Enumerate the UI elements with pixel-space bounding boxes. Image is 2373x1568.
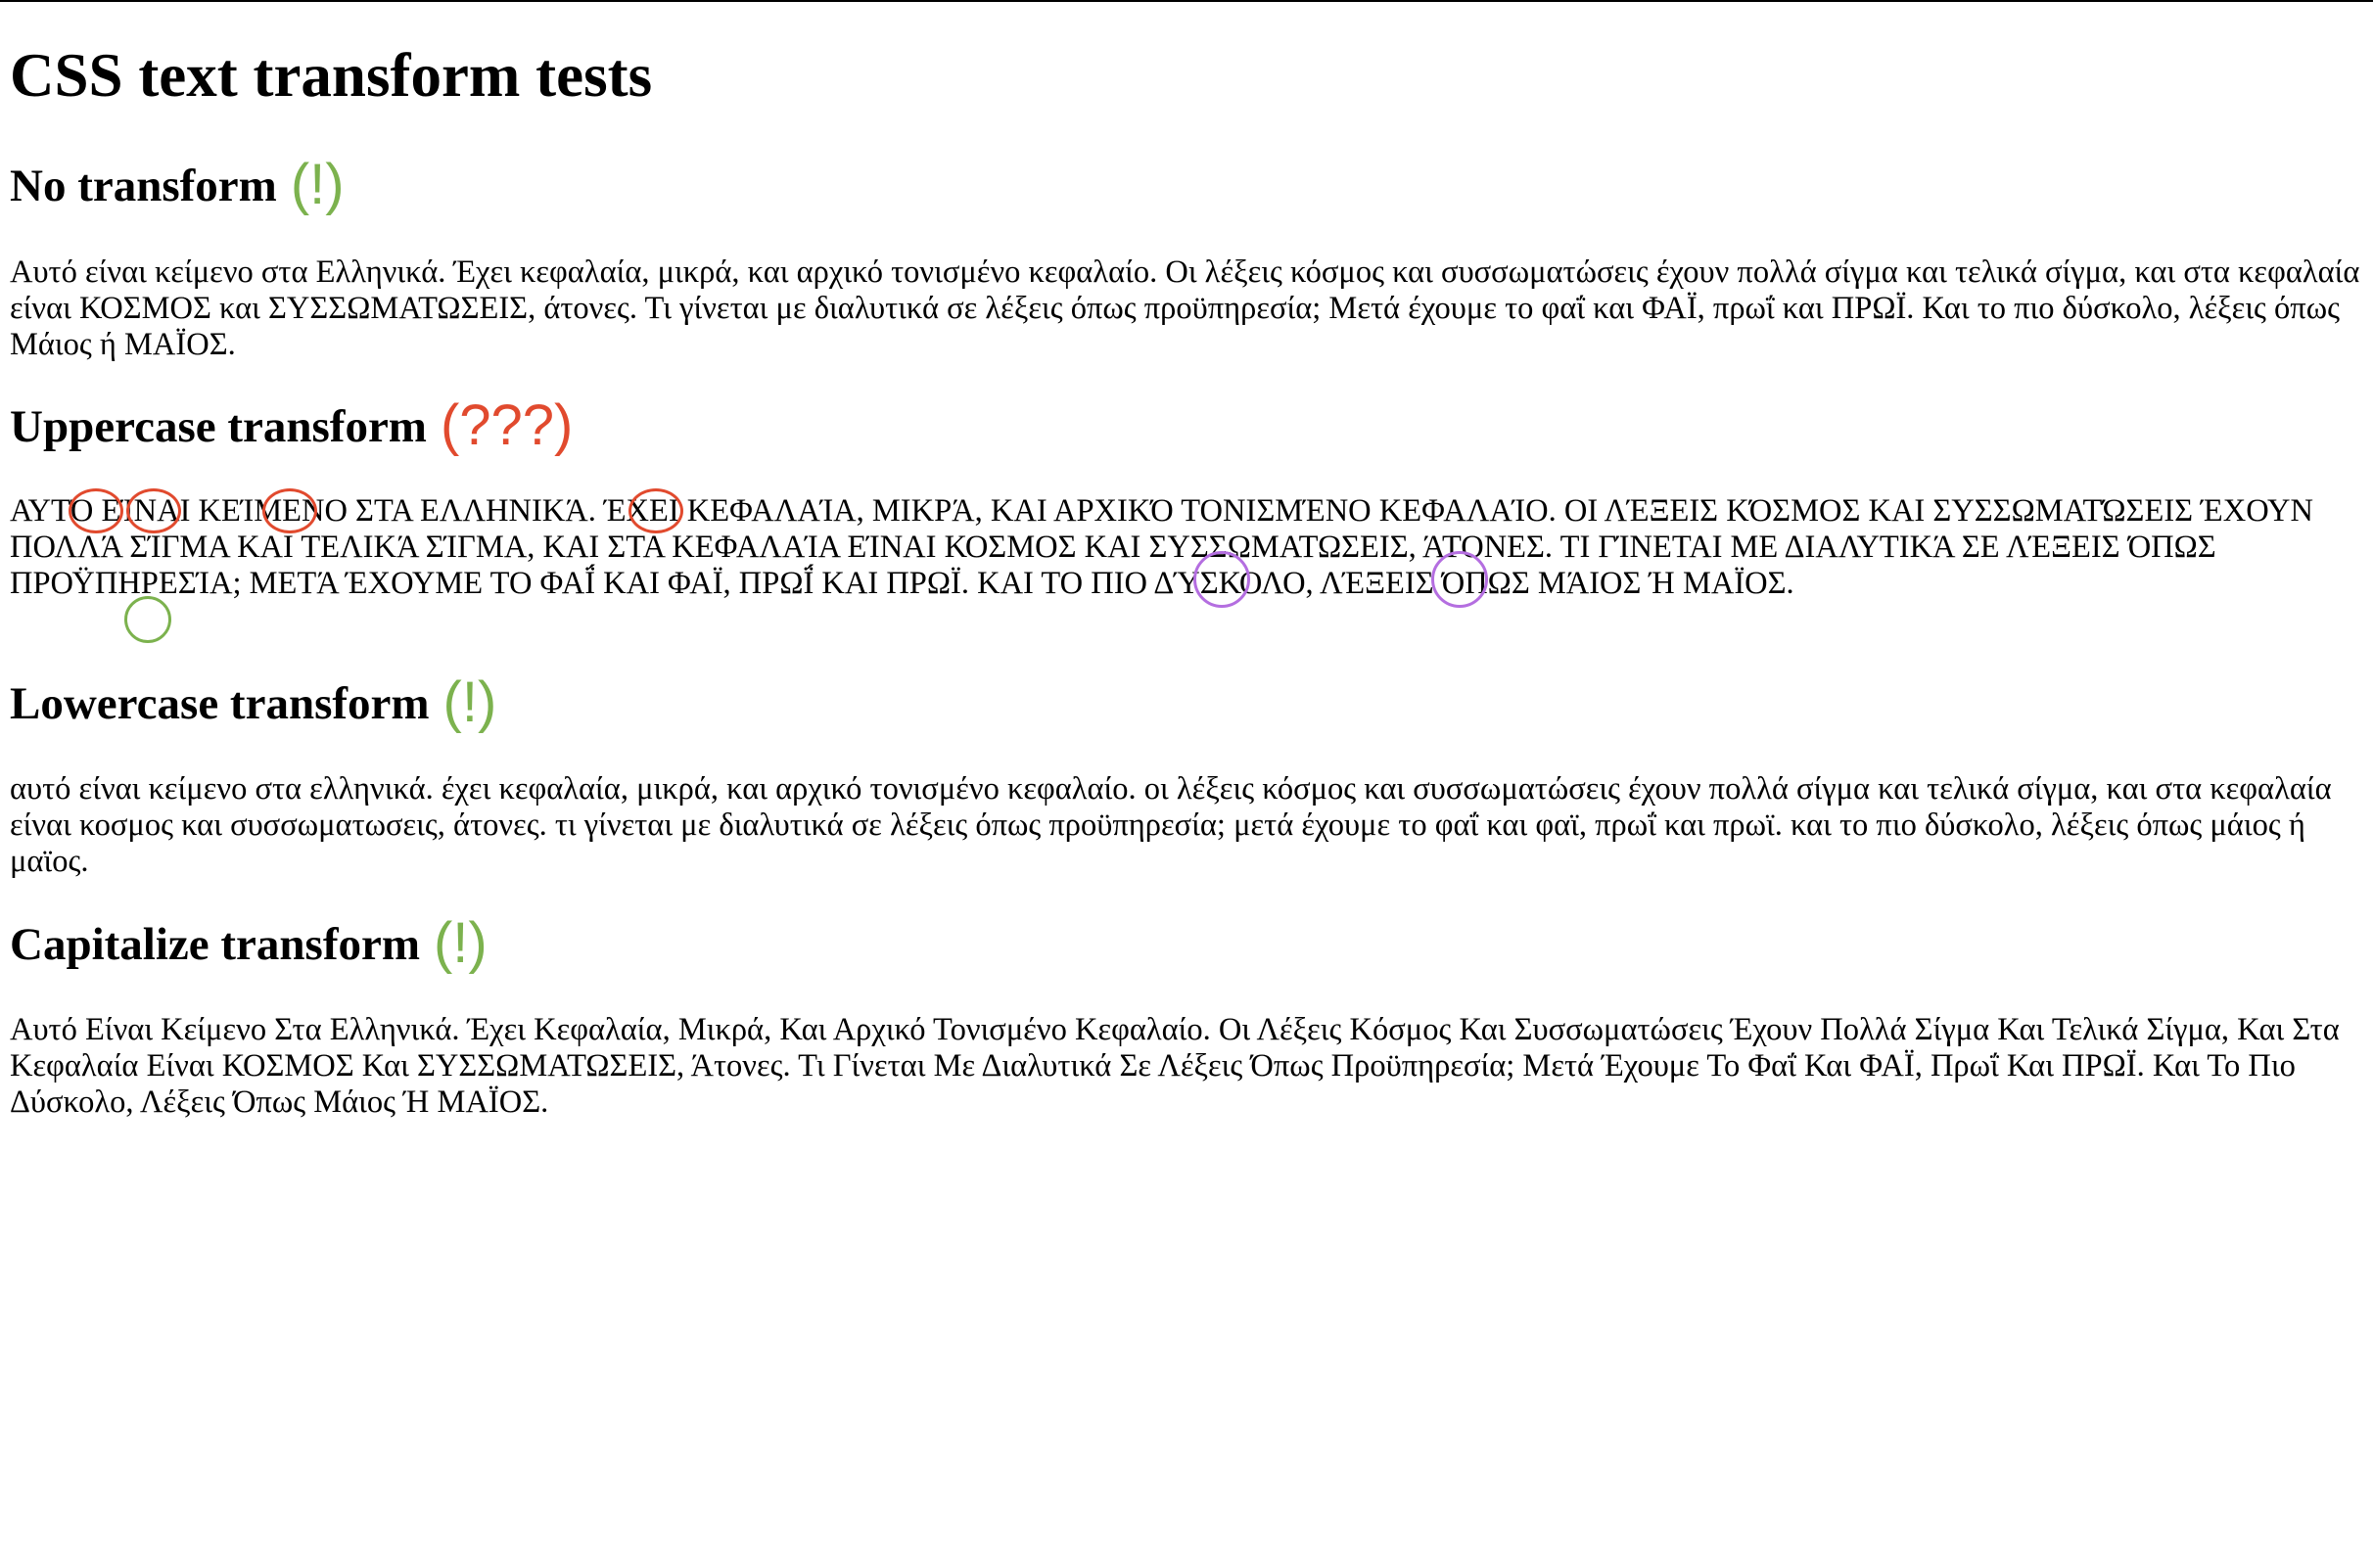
status-mark-ok: (!) <box>442 670 497 734</box>
section-heading-no-transform: No transform (!) <box>10 151 345 219</box>
status-mark-ok: (!) <box>433 911 488 975</box>
sample-paragraph-capitalize: Αυτό είναι κείμενο στα Ελληνικά. Έχει κε… <box>10 1012 2340 1120</box>
sample-paragraph-lowercase: Αυτό είναι κείμενο στα Ελληνικά. Έχει κε… <box>10 771 2332 879</box>
section-title: No transform <box>10 161 277 211</box>
page-title: CSS text transform tests <box>10 41 653 110</box>
sample-paragraph-uppercase: Αυτό είναι κείμενο στα Ελληνικά. Έχει κε… <box>10 493 2313 601</box>
annotation-circle-green <box>124 596 171 643</box>
section-heading-lowercase-transform: Lowercase transform (!) <box>10 669 496 737</box>
section-title: Uppercase transform <box>10 401 427 452</box>
status-mark-bad: (???) <box>440 393 574 457</box>
section-title: Lowercase transform <box>10 678 430 729</box>
section-title: Capitalize transform <box>10 919 420 970</box>
status-mark-ok: (!) <box>290 153 345 216</box>
section-heading-capitalize-transform: Capitalize transform (!) <box>10 909 488 978</box>
sample-paragraph-no-transform: Αυτό είναι κείμενο στα Ελληνικά. Έχει κε… <box>10 254 2360 362</box>
section-heading-uppercase-transform: Uppercase transform (???) <box>10 392 573 460</box>
